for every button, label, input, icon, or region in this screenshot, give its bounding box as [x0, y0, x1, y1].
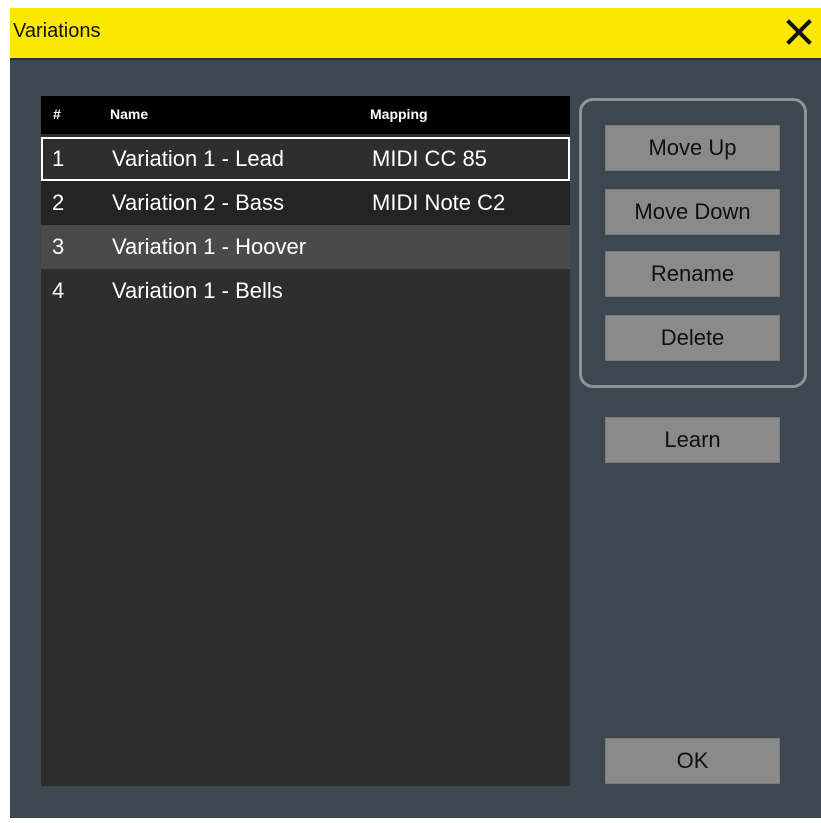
- move-up-button[interactable]: Move Up: [605, 125, 780, 171]
- table-row-3[interactable]: 3 Variation 1 - Hoover: [41, 225, 570, 269]
- window-title: Variations: [13, 20, 101, 42]
- variations-table: # Name Mapping 1 Variation 1 - Lead MIDI…: [41, 96, 570, 786]
- row-number: 4: [52, 278, 65, 303]
- row-number: 2: [52, 190, 65, 215]
- title-bar[interactable]: Variations: [10, 8, 821, 60]
- row-name: Variation 1 - Lead: [112, 146, 285, 171]
- close-button[interactable]: [784, 17, 814, 47]
- learn-button[interactable]: Learn: [605, 417, 780, 463]
- move-down-button[interactable]: Move Down: [605, 189, 780, 235]
- table-header: # Name Mapping: [41, 96, 570, 134]
- table-row-1[interactable]: 1 Variation 1 - Lead MIDI CC 85: [41, 137, 570, 181]
- column-header-number[interactable]: #: [53, 106, 61, 122]
- variations-dialog: Variations # Name Mapping 1 Variation 1 …: [10, 8, 821, 818]
- column-header-name[interactable]: Name: [110, 106, 148, 122]
- row-mapping: MIDI CC 85: [372, 146, 487, 171]
- close-icon: [786, 19, 812, 45]
- row-name: Variation 1 - Bells: [112, 278, 283, 303]
- row-mapping: MIDI Note C2: [372, 190, 506, 215]
- rename-button[interactable]: Rename: [605, 251, 780, 297]
- delete-button[interactable]: Delete: [605, 315, 780, 361]
- row-name: Variation 2 - Bass: [112, 190, 285, 215]
- table-row-4[interactable]: 4 Variation 1 - Bells: [41, 269, 570, 313]
- ok-button[interactable]: OK: [605, 738, 780, 784]
- table-row-2[interactable]: 2 Variation 2 - Bass MIDI Note C2: [41, 181, 570, 225]
- column-header-mapping[interactable]: Mapping: [370, 106, 428, 122]
- row-number: 3: [52, 234, 65, 259]
- row-number: 1: [52, 146, 65, 171]
- row-name: Variation 1 - Hoover: [112, 234, 307, 259]
